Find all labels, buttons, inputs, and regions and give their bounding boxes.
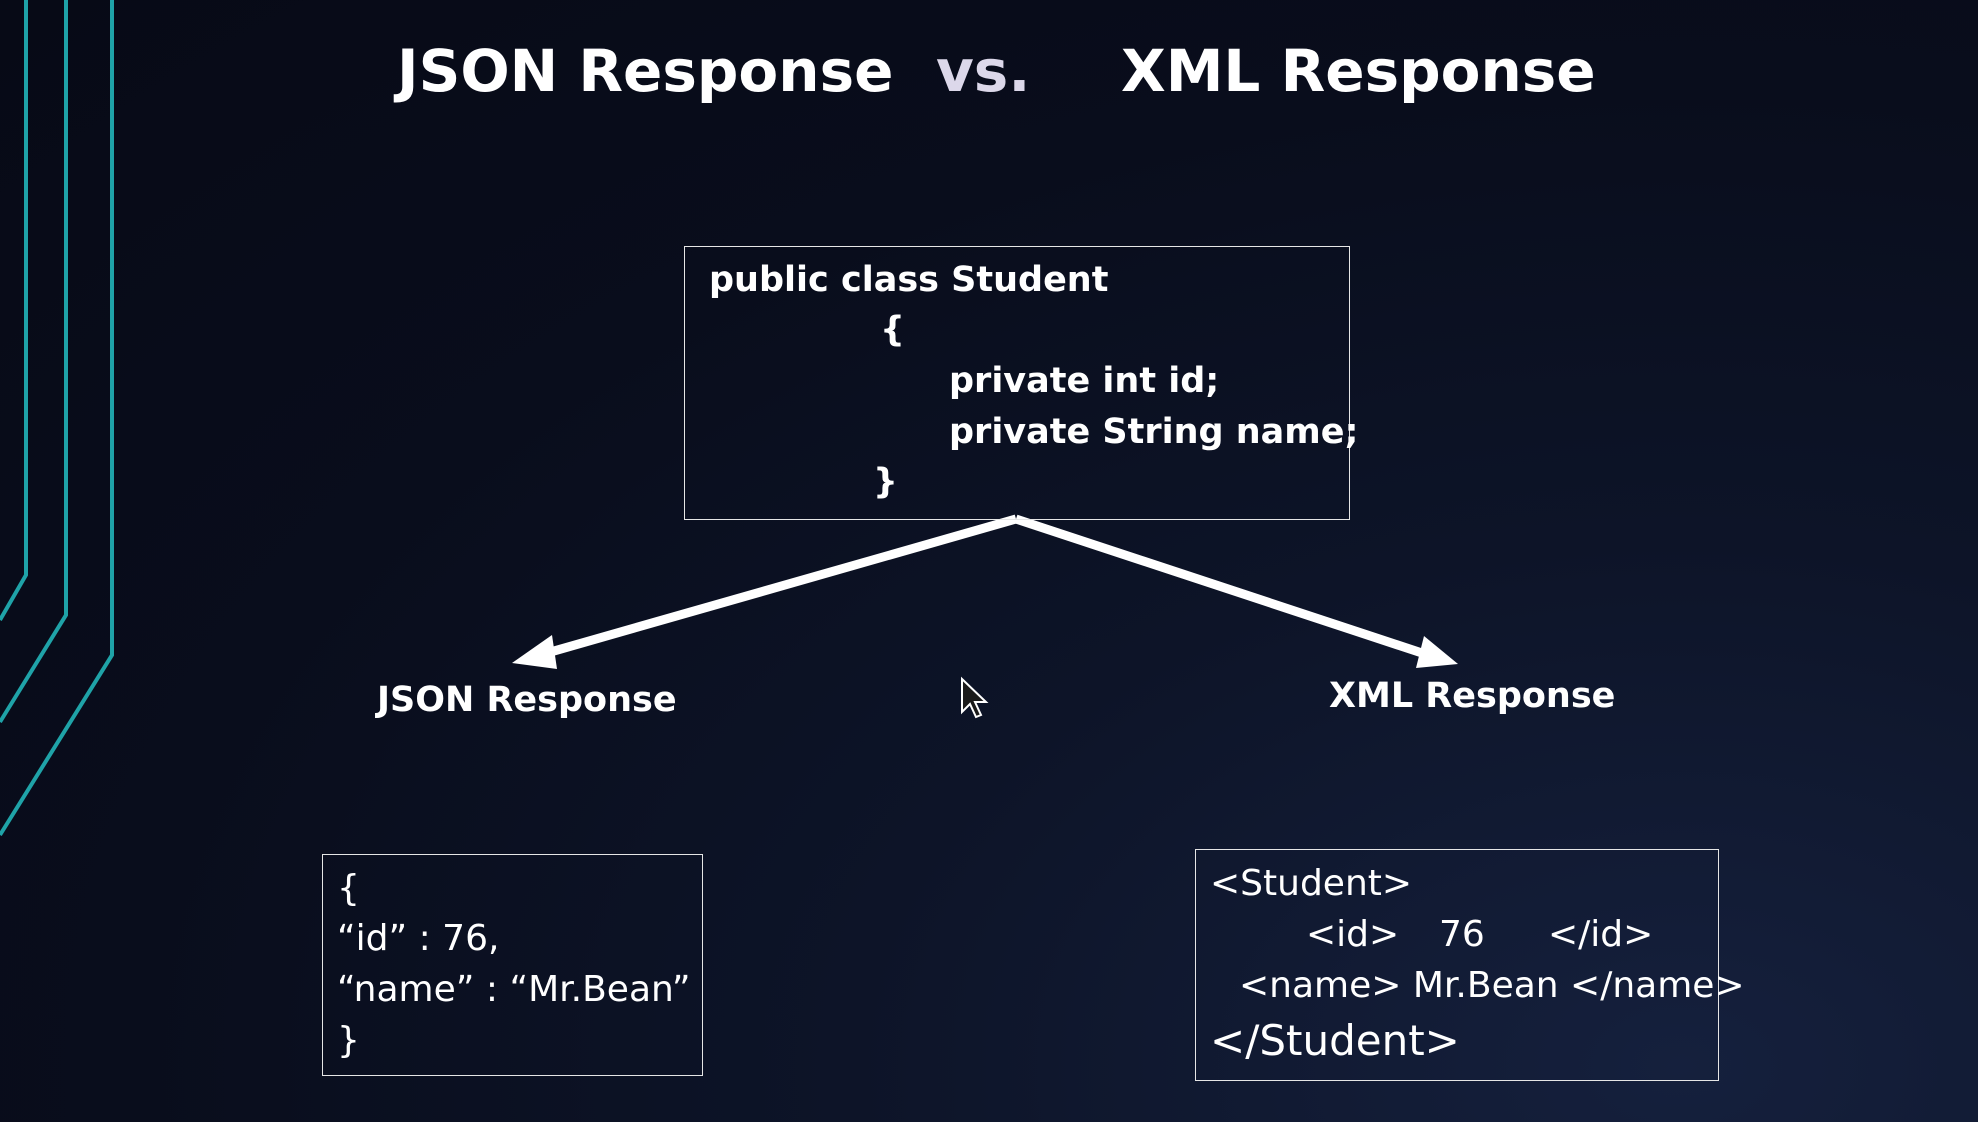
mouse-pointer-icon [961,676,989,719]
arrow-left-head [512,635,557,669]
json-line-name: “name” : “Mr.Bean” [337,969,691,1010]
json-output-box: { “id” : 76, “name” : “Mr.Bean” } [322,854,703,1076]
xml-output-box: <Student> <id> 76 </id> <name> Mr.Bean <… [1195,849,1745,1081]
xml-line-student-close: </Student> [1210,1016,1460,1065]
arrow-right-head [1416,636,1458,668]
class-line-declaration: public class Student [709,260,1109,300]
arrow-right-shaft [1014,514,1430,660]
teal-line-3 [0,0,114,837]
class-line-field-id: private int id; [949,361,1220,401]
xml-tag-id-close: </id> [1548,914,1654,955]
json-line-close-brace: } [337,1020,360,1061]
class-line-field-name: private String name; [949,412,1359,452]
teal-accent-lines [0,0,114,837]
xml-line-name: <name> Mr.Bean </name> [1239,965,1745,1006]
class-line-open-brace: { [880,310,905,350]
arrow-left-shaft [538,514,1018,660]
teal-line-2 [0,0,68,724]
label-json-response: JSON Response [377,680,677,720]
teal-line-1 [0,0,28,622]
json-line-open-brace: { [337,868,360,909]
title-vs: vs. [936,37,1031,105]
class-code-box: public class Student { private int id; p… [684,246,1359,520]
json-line-id: “id” : 76, [337,918,500,959]
title-xml: XML Response [1121,37,1596,105]
arrows [512,514,1458,669]
xml-id-value: 76 [1439,914,1485,955]
xml-line-student-open: <Student> [1210,863,1413,904]
title-json: JSON Response [397,37,894,105]
class-line-close-brace: } [873,462,898,502]
label-xml-response: XML Response [1329,676,1616,716]
xml-tag-id-open: <id> [1306,914,1400,955]
